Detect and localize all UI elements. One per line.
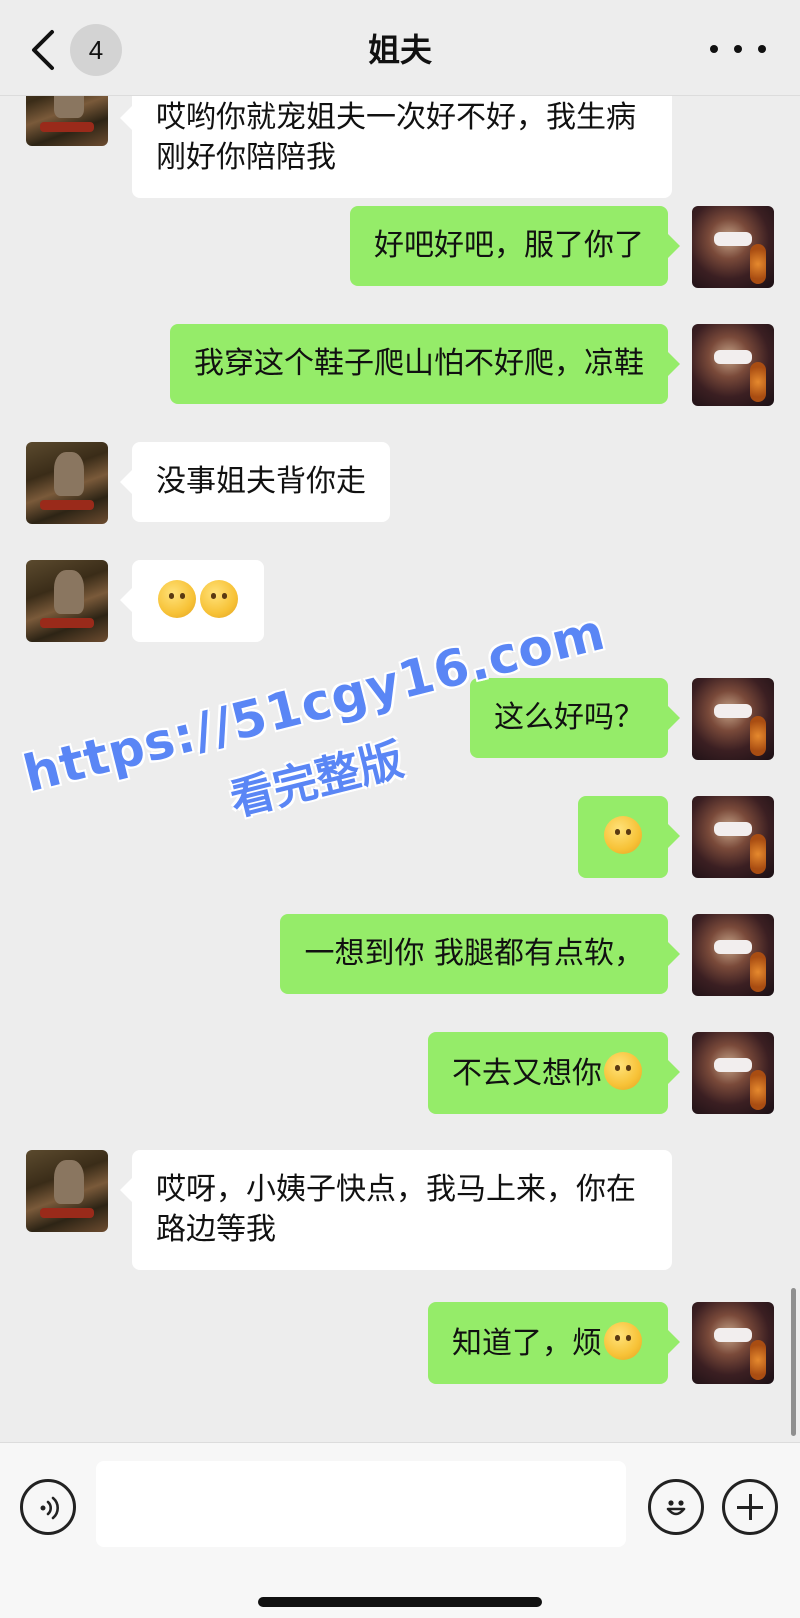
chat-title: 姐夫	[367, 31, 432, 69]
voice-input-button[interactable]	[20, 1479, 76, 1535]
message-input[interactable]	[96, 1461, 626, 1547]
message-bubble[interactable]: 我穿这个鞋子爬山怕不好爬，凉鞋	[170, 324, 680, 404]
unread-count-badge: 4	[70, 24, 122, 76]
message-text: 知道了，烦	[452, 1326, 602, 1361]
message-bubble[interactable]: 这么好吗？	[470, 678, 680, 758]
emoji-picker-button[interactable]	[648, 1479, 704, 1535]
more-dot-icon	[710, 45, 718, 53]
my-avatar[interactable]	[692, 206, 774, 288]
scrollbar[interactable]	[791, 1288, 796, 1436]
input-bar	[0, 1442, 800, 1618]
back-button[interactable]: 4	[26, 22, 126, 78]
message-text: 不去又想你	[452, 1056, 602, 1091]
message-bubble[interactable]: 哎呀，小姨子快点，我马上来，你在路边等我	[120, 1150, 672, 1270]
my-avatar[interactable]	[692, 1032, 774, 1114]
my-avatar[interactable]	[692, 324, 774, 406]
message-bubble[interactable]: 不去又想你	[428, 1032, 680, 1114]
chat-header: 4 姐夫	[0, 0, 800, 96]
message-bubble[interactable]: 知道了，烦	[428, 1302, 680, 1384]
tongue-emoji-icon	[604, 1322, 642, 1360]
emoji-message-bubble[interactable]	[578, 796, 680, 878]
emoji-message-bubble[interactable]	[120, 560, 264, 642]
contact-avatar[interactable]	[26, 442, 108, 524]
flushed-emoji-icon	[604, 816, 642, 854]
my-avatar[interactable]	[692, 914, 774, 996]
chevron-left-icon	[32, 30, 54, 70]
contact-avatar[interactable]	[26, 560, 108, 642]
my-avatar[interactable]	[692, 796, 774, 878]
more-actions-button[interactable]	[722, 1479, 778, 1535]
my-avatar[interactable]	[692, 1302, 774, 1384]
contact-avatar[interactable]	[26, 1150, 108, 1232]
more-options-button[interactable]	[710, 34, 766, 64]
more-dot-icon	[734, 45, 742, 53]
message-bubble[interactable]: 没事姐夫背你走	[120, 442, 390, 522]
home-indicator[interactable]	[258, 1597, 542, 1607]
message-bubble[interactable]: 好吧好吧，服了你了	[350, 206, 680, 286]
smirk-emoji-icon	[200, 580, 238, 618]
smirk-emoji-icon	[158, 580, 196, 618]
voice-icon	[40, 1496, 59, 1520]
my-avatar[interactable]	[692, 678, 774, 760]
contact-avatar[interactable]	[26, 96, 108, 146]
message-list[interactable]: 哎哟你就宠姐夫一次好不好，我生病刚好你陪陪我 好吧好吧，服了你了 我穿这个鞋子爬…	[0, 96, 800, 1442]
laughing-tears-emoji-icon	[604, 1052, 642, 1090]
more-dot-icon	[758, 45, 766, 53]
message-bubble[interactable]: 哎哟你就宠姐夫一次好不好，我生病刚好你陪陪我	[120, 96, 672, 198]
smiley-icon	[666, 1500, 686, 1516]
message-bubble[interactable]: 一想到你 我腿都有点软，	[280, 914, 680, 994]
